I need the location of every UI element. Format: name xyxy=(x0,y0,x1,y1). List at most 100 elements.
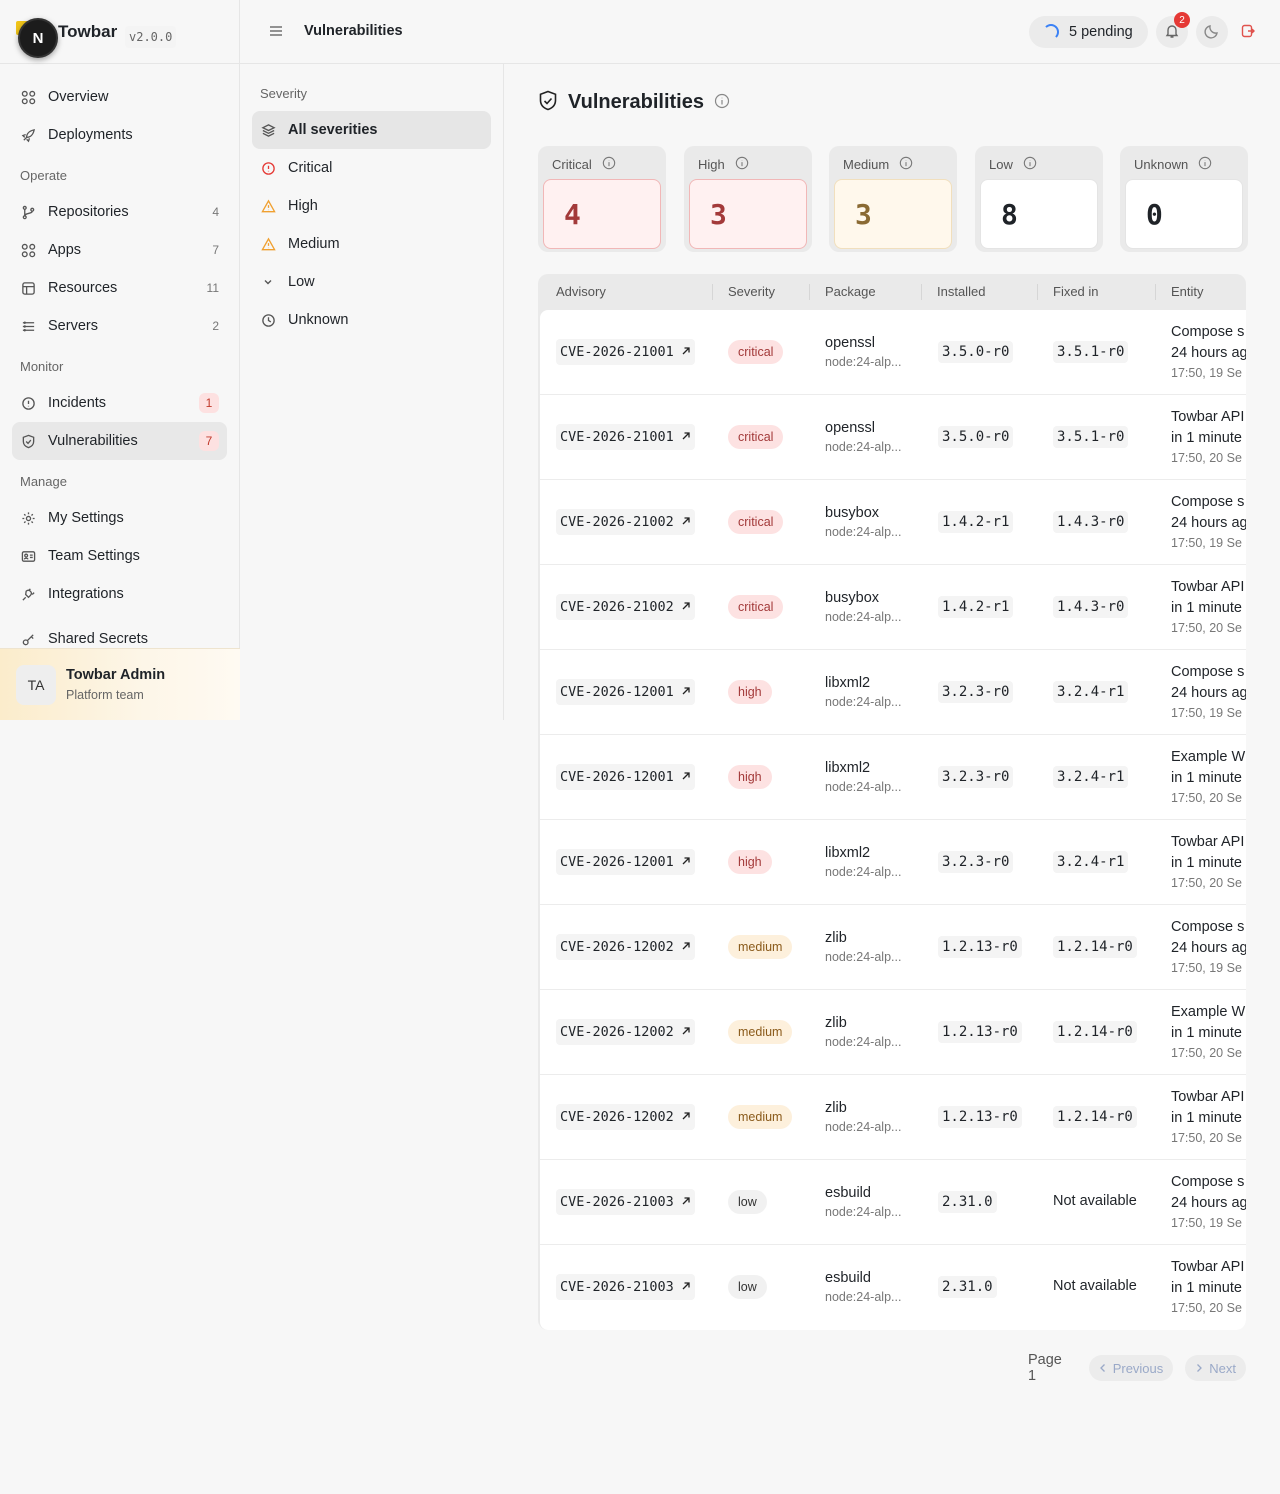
summary-value: 4 xyxy=(543,179,661,249)
installed-version: 1.4.2-r1 xyxy=(938,511,1014,533)
column-header-installed[interactable]: Installed xyxy=(937,284,985,299)
filter-low[interactable]: Low xyxy=(252,263,491,301)
entity-cell[interactable]: Towbar API in 1 minute 17:50, 20 Se xyxy=(1171,407,1246,467)
entity-cell[interactable]: Compose s 24 hours ag 17:50, 19 Se xyxy=(1171,322,1246,382)
entity-timestamp: 17:50, 20 Se xyxy=(1171,1046,1242,1060)
severity-badge: critical xyxy=(728,340,784,364)
summary-card-low[interactable]: Low 8 xyxy=(975,146,1103,252)
plug-icon xyxy=(20,586,36,602)
advisory-link[interactable]: CVE-2026-21001 xyxy=(556,424,695,450)
table-row[interactable]: CVE-2026-21003 low esbuild node:24-alp... 2.… xyxy=(540,1160,1246,1245)
entity-cell[interactable]: Compose s 24 hours ag 17:50, 19 Se xyxy=(1171,1172,1246,1232)
summary-card-high[interactable]: High 3 xyxy=(684,146,812,252)
advisory-link[interactable]: CVE-2026-12002 xyxy=(556,1104,695,1130)
sidebar-item-vulnerabilities[interactable]: Vulnerabilities 7 xyxy=(12,422,227,460)
info-icon[interactable] xyxy=(1023,156,1037,173)
info-icon[interactable] xyxy=(602,156,616,173)
column-divider[interactable] xyxy=(1037,284,1038,300)
entity-cell[interactable]: Compose s 24 hours ag 17:50, 19 Se xyxy=(1171,917,1246,977)
package-cell: busybox node:24-alp... xyxy=(825,590,901,624)
table-row[interactable]: CVE-2026-21002 critical busybox node:24-alp… xyxy=(540,565,1246,650)
entity-cell[interactable]: Towbar API in 1 minute 17:50, 20 Se xyxy=(1171,577,1246,637)
sidebar-item-repositories[interactable]: Repositories 4 xyxy=(12,193,227,231)
table-row[interactable]: CVE-2026-12002 medium zlib node:24-alp... 1.… xyxy=(540,905,1246,990)
column-header-severity[interactable]: Severity xyxy=(728,284,775,299)
entity-cell[interactable]: Compose s 24 hours ag 17:50, 19 Se xyxy=(1171,662,1246,722)
menu-icon[interactable] xyxy=(270,24,282,36)
table-row[interactable]: CVE-2026-12002 medium zlib node:24-alp... 1.… xyxy=(540,990,1246,1075)
sidebar-item-overview[interactable]: Overview xyxy=(12,78,227,116)
advisory-id: CVE-2026-12002 xyxy=(560,1024,674,1040)
column-divider[interactable] xyxy=(809,284,810,300)
sidebar-item-my-settings[interactable]: My Settings xyxy=(12,499,227,537)
column-header-package[interactable]: Package xyxy=(825,284,876,299)
advisory-link[interactable]: CVE-2026-12001 xyxy=(556,849,695,875)
summary-card-medium[interactable]: Medium 3 xyxy=(829,146,957,252)
table-row[interactable]: CVE-2026-21003 low esbuild node:24-alp... 2.… xyxy=(540,1245,1246,1330)
filter-critical[interactable]: Critical xyxy=(252,149,491,187)
advisory-link[interactable]: CVE-2026-21002 xyxy=(556,594,695,620)
entity-cell[interactable]: Compose s 24 hours ag 17:50, 19 Se xyxy=(1171,492,1246,552)
sidebar-item-servers[interactable]: Servers 2 xyxy=(12,307,227,345)
user-card[interactable]: TA Towbar Admin Platform team xyxy=(0,648,240,720)
logout-button[interactable] xyxy=(1232,16,1264,48)
sidebar-item-shared-secrets[interactable]: Shared Secrets xyxy=(12,613,227,647)
sidebar-item-deployments[interactable]: Deployments xyxy=(12,116,227,154)
column-divider[interactable] xyxy=(921,284,922,300)
sidebar-item-integrations[interactable]: Integrations xyxy=(12,575,227,613)
package-cell: zlib node:24-alp... xyxy=(825,930,901,964)
sidebar-item-apps[interactable]: Apps 7 xyxy=(12,231,227,269)
previous-page-button[interactable]: Previous xyxy=(1088,1355,1174,1381)
filter-high[interactable]: High xyxy=(252,187,491,225)
advisory-link[interactable]: CVE-2026-12002 xyxy=(556,934,695,960)
advisory-link[interactable]: CVE-2026-12001 xyxy=(556,679,695,705)
advisory-link[interactable]: CVE-2026-12001 xyxy=(556,764,695,790)
entity-cell[interactable]: Example W in 1 minute 17:50, 20 Se xyxy=(1171,747,1246,807)
filter-all-severities[interactable]: All severities xyxy=(252,111,491,149)
table-row[interactable]: CVE-2026-21002 critical busybox node:24-alp… xyxy=(540,480,1246,565)
summary-card-unknown[interactable]: Unknown 0 xyxy=(1120,146,1248,252)
table-row[interactable]: CVE-2026-12002 medium zlib node:24-alp... 1.… xyxy=(540,1075,1246,1160)
entity-cell[interactable]: Towbar API in 1 minute 17:50, 20 Se xyxy=(1171,1257,1246,1317)
package-name: zlib xyxy=(825,1100,847,1116)
column-header-entity[interactable]: Entity xyxy=(1171,284,1204,299)
pending-button[interactable]: 5 pending xyxy=(1029,16,1148,48)
table-row[interactable]: CVE-2026-12001 high libxml2 node:24-alp... 3… xyxy=(540,820,1246,905)
column-header-fixed-in[interactable]: Fixed in xyxy=(1053,284,1099,299)
theme-toggle-button[interactable] xyxy=(1196,16,1228,48)
entity-cell[interactable]: Example W in 1 minute 17:50, 20 Se xyxy=(1171,1002,1246,1062)
notifications-button[interactable]: 2 xyxy=(1156,12,1190,48)
column-divider[interactable] xyxy=(1155,284,1156,300)
external-link-icon xyxy=(681,685,691,700)
sidebar-item-label: Resources xyxy=(48,280,118,296)
sidebar-item-resources[interactable]: Resources 11 xyxy=(12,269,227,307)
info-icon[interactable] xyxy=(735,156,749,173)
column-divider[interactable] xyxy=(712,284,713,300)
advisory-link[interactable]: CVE-2026-21002 xyxy=(556,509,695,535)
filter-medium[interactable]: Medium xyxy=(252,225,491,263)
next-page-button[interactable]: Next xyxy=(1185,1355,1246,1381)
summary-card-critical[interactable]: Critical 4 xyxy=(538,146,666,252)
info-icon[interactable] xyxy=(1198,156,1212,173)
info-icon[interactable] xyxy=(714,93,730,112)
column-header-advisory[interactable]: Advisory xyxy=(556,284,606,299)
advisory-link[interactable]: CVE-2026-21003 xyxy=(556,1189,695,1215)
table-row[interactable]: CVE-2026-12001 high libxml2 node:24-alp... 3… xyxy=(540,735,1246,820)
entity-cell[interactable]: Towbar API in 1 minute 17:50, 20 Se xyxy=(1171,1087,1246,1147)
avatar[interactable]: N xyxy=(18,18,58,58)
sidebar-item-incidents[interactable]: Incidents 1 xyxy=(12,384,227,422)
topbar: Vulnerabilities 5 pending 2 xyxy=(240,0,1280,64)
filter-unknown[interactable]: Unknown xyxy=(252,301,491,339)
sidebar-item-team-settings[interactable]: Team Settings xyxy=(12,537,227,575)
table-row[interactable]: CVE-2026-21001 critical openssl node:24-alp… xyxy=(540,310,1246,395)
advisory-link[interactable]: CVE-2026-12002 xyxy=(556,1019,695,1045)
installed-version: 1.2.13-r0 xyxy=(938,1106,1022,1128)
table-row[interactable]: CVE-2026-12001 high libxml2 node:24-alp... 3… xyxy=(540,650,1246,735)
entity-cell[interactable]: Towbar API in 1 minute 17:50, 20 Se xyxy=(1171,832,1246,892)
sidebar: N Towbar v2.0.0 Overview Deployments Ope… xyxy=(0,0,240,720)
table-row[interactable]: CVE-2026-21001 critical openssl node:24-alp… xyxy=(540,395,1246,480)
advisory-link[interactable]: CVE-2026-21001 xyxy=(556,339,695,365)
advisory-link[interactable]: CVE-2026-21003 xyxy=(556,1274,695,1300)
external-link-icon xyxy=(681,770,691,785)
info-icon[interactable] xyxy=(899,156,913,173)
